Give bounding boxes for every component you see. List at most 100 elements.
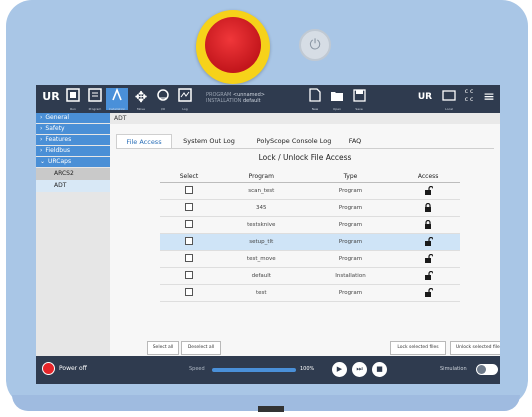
table-row[interactable]: test Program	[160, 284, 460, 302]
select-cell	[160, 284, 218, 302]
lock-closed-icon	[424, 219, 433, 229]
select-checkbox[interactable]	[184, 220, 193, 228]
sidebar-item-general[interactable]: › General	[36, 113, 110, 123]
power-off-button[interactable]: Power off	[42, 362, 87, 376]
type-cell: Program	[304, 233, 397, 251]
select-cell	[160, 267, 218, 285]
column-header-type: Type	[304, 171, 397, 183]
cc-icon[interactable]: c cc c	[458, 88, 480, 110]
type-cell: Program	[304, 199, 397, 217]
access-cell	[396, 250, 460, 268]
select-checkbox[interactable]	[184, 237, 193, 245]
select-cell	[160, 233, 218, 251]
installation-label: INSTALLATION	[206, 98, 242, 104]
local-icon[interactable]: Local	[438, 88, 460, 111]
tab-polyscope-console-log[interactable]: PolyScope Console Log	[250, 134, 338, 148]
table-row[interactable]: scan_test Program	[160, 182, 460, 200]
table-row[interactable]: setup_tlt Program	[160, 233, 460, 251]
tab-faq[interactable]: FAQ	[344, 134, 366, 148]
simulation-toggle[interactable]	[476, 364, 498, 375]
sidebar-item-safety[interactable]: › Safety	[36, 124, 110, 134]
table-row[interactable]: test_move Program	[160, 250, 460, 268]
program-cell: 345	[217, 199, 305, 217]
program-cell: testsknive	[217, 216, 305, 234]
remote-control-icon[interactable]: UR	[414, 88, 436, 110]
type-cell: Program	[304, 182, 397, 200]
sidebar-item-adt[interactable]: ADT	[36, 180, 110, 192]
deselect-all-button[interactable]: Deselect all	[181, 341, 221, 355]
open-folder-icon[interactable]: Open	[326, 88, 348, 111]
access-cell	[396, 216, 460, 234]
lock-selected-files-button[interactable]: Lock selected files	[390, 341, 446, 355]
emergency-stop-button[interactable]	[205, 17, 261, 73]
hamburger-menu-icon[interactable]: ≡	[478, 88, 500, 110]
access-cell	[396, 284, 460, 302]
table-row[interactable]: default Installation	[160, 267, 460, 285]
type-cell: Program	[304, 250, 397, 268]
speed-label: Speed	[189, 366, 205, 372]
top-bar: UR Run Program Installation ✥ Move I/O L…	[36, 85, 500, 113]
column-header-access: Access	[396, 171, 460, 183]
select-cell	[160, 182, 218, 200]
tab-file-access[interactable]: File Access	[116, 134, 172, 148]
sidebar: › General › Safety › Features › Fieldbus ⌄ UR…	[36, 113, 110, 356]
move-icon[interactable]: ✥ Move	[130, 88, 152, 111]
power-button[interactable]: ⏻	[299, 29, 331, 61]
chevron-right-icon: ›	[40, 147, 43, 154]
type-cell: Installation	[304, 267, 397, 285]
select-checkbox[interactable]	[184, 186, 193, 194]
io-icon[interactable]: I/O	[152, 88, 174, 111]
speed-value: 100%	[300, 366, 315, 372]
toggle-knob	[477, 365, 486, 374]
type-cell: Program	[304, 216, 397, 234]
save-icon[interactable]: Save	[348, 88, 370, 111]
play-button[interactable]: ▶	[332, 362, 347, 377]
power-status-icon	[42, 362, 55, 375]
program-cell: test_move	[217, 250, 305, 268]
unlock-selected-files-button[interactable]: Unlock selected files	[450, 341, 500, 355]
step-button[interactable]: ⏭	[352, 362, 367, 377]
file-access-table: Select Program Type Access scan_test Prog…	[160, 171, 460, 302]
sidebar-item-urcaps[interactable]: ⌄ URCaps	[36, 157, 110, 167]
select-checkbox[interactable]	[184, 203, 193, 211]
column-header-select: Select	[160, 171, 218, 183]
select-checkbox[interactable]	[184, 288, 193, 296]
chevron-right-icon: ›	[40, 114, 43, 121]
table-row[interactable]: testsknive Program	[160, 216, 460, 234]
sidebar-item-fieldbus[interactable]: › Fieldbus	[36, 146, 110, 156]
speed-slider[interactable]	[212, 368, 296, 372]
program-cell: setup_tlt	[217, 233, 305, 251]
program-cell: scan_test	[217, 182, 305, 200]
type-cell: Program	[304, 284, 397, 302]
log-icon[interactable]: Log	[174, 88, 196, 111]
select-cell	[160, 199, 218, 217]
program-icon[interactable]: Program	[84, 88, 106, 111]
emergency-stop-ring	[196, 10, 270, 84]
lock-open-icon	[424, 185, 434, 195]
new-file-icon[interactable]: New	[304, 88, 326, 111]
stop-button[interactable]: ■	[372, 362, 387, 377]
installation-name: default	[243, 98, 261, 104]
access-cell	[396, 267, 460, 285]
sidebar-item-arcs2[interactable]: ARCS2	[36, 168, 110, 180]
power-icon: ⏻	[309, 37, 321, 53]
tab-system-out-log[interactable]: System Out Log	[178, 134, 240, 148]
table-row[interactable]: 345 Program	[160, 199, 460, 217]
breadcrumb: ADT	[110, 113, 500, 124]
main-content: ADT File Access System Out Log PolyScope…	[110, 113, 500, 356]
program-info: PROGRAM <unnamed> INSTALLATION default	[206, 92, 265, 104]
select-all-button[interactable]: Select all	[147, 341, 179, 355]
ur-logo-icon: UR	[42, 90, 60, 103]
access-cell	[396, 233, 460, 251]
installation-icon[interactable]: Installation	[106, 87, 128, 111]
chevron-right-icon: ›	[40, 136, 43, 143]
run-icon[interactable]: Run	[62, 88, 84, 111]
program-cell: test	[217, 284, 305, 302]
select-checkbox[interactable]	[184, 271, 193, 279]
lock-open-icon	[424, 270, 434, 280]
select-checkbox[interactable]	[184, 254, 193, 262]
sidebar-item-features[interactable]: › Features	[36, 135, 110, 145]
access-cell	[396, 182, 460, 200]
program-cell: default	[217, 267, 305, 285]
select-cell	[160, 250, 218, 268]
